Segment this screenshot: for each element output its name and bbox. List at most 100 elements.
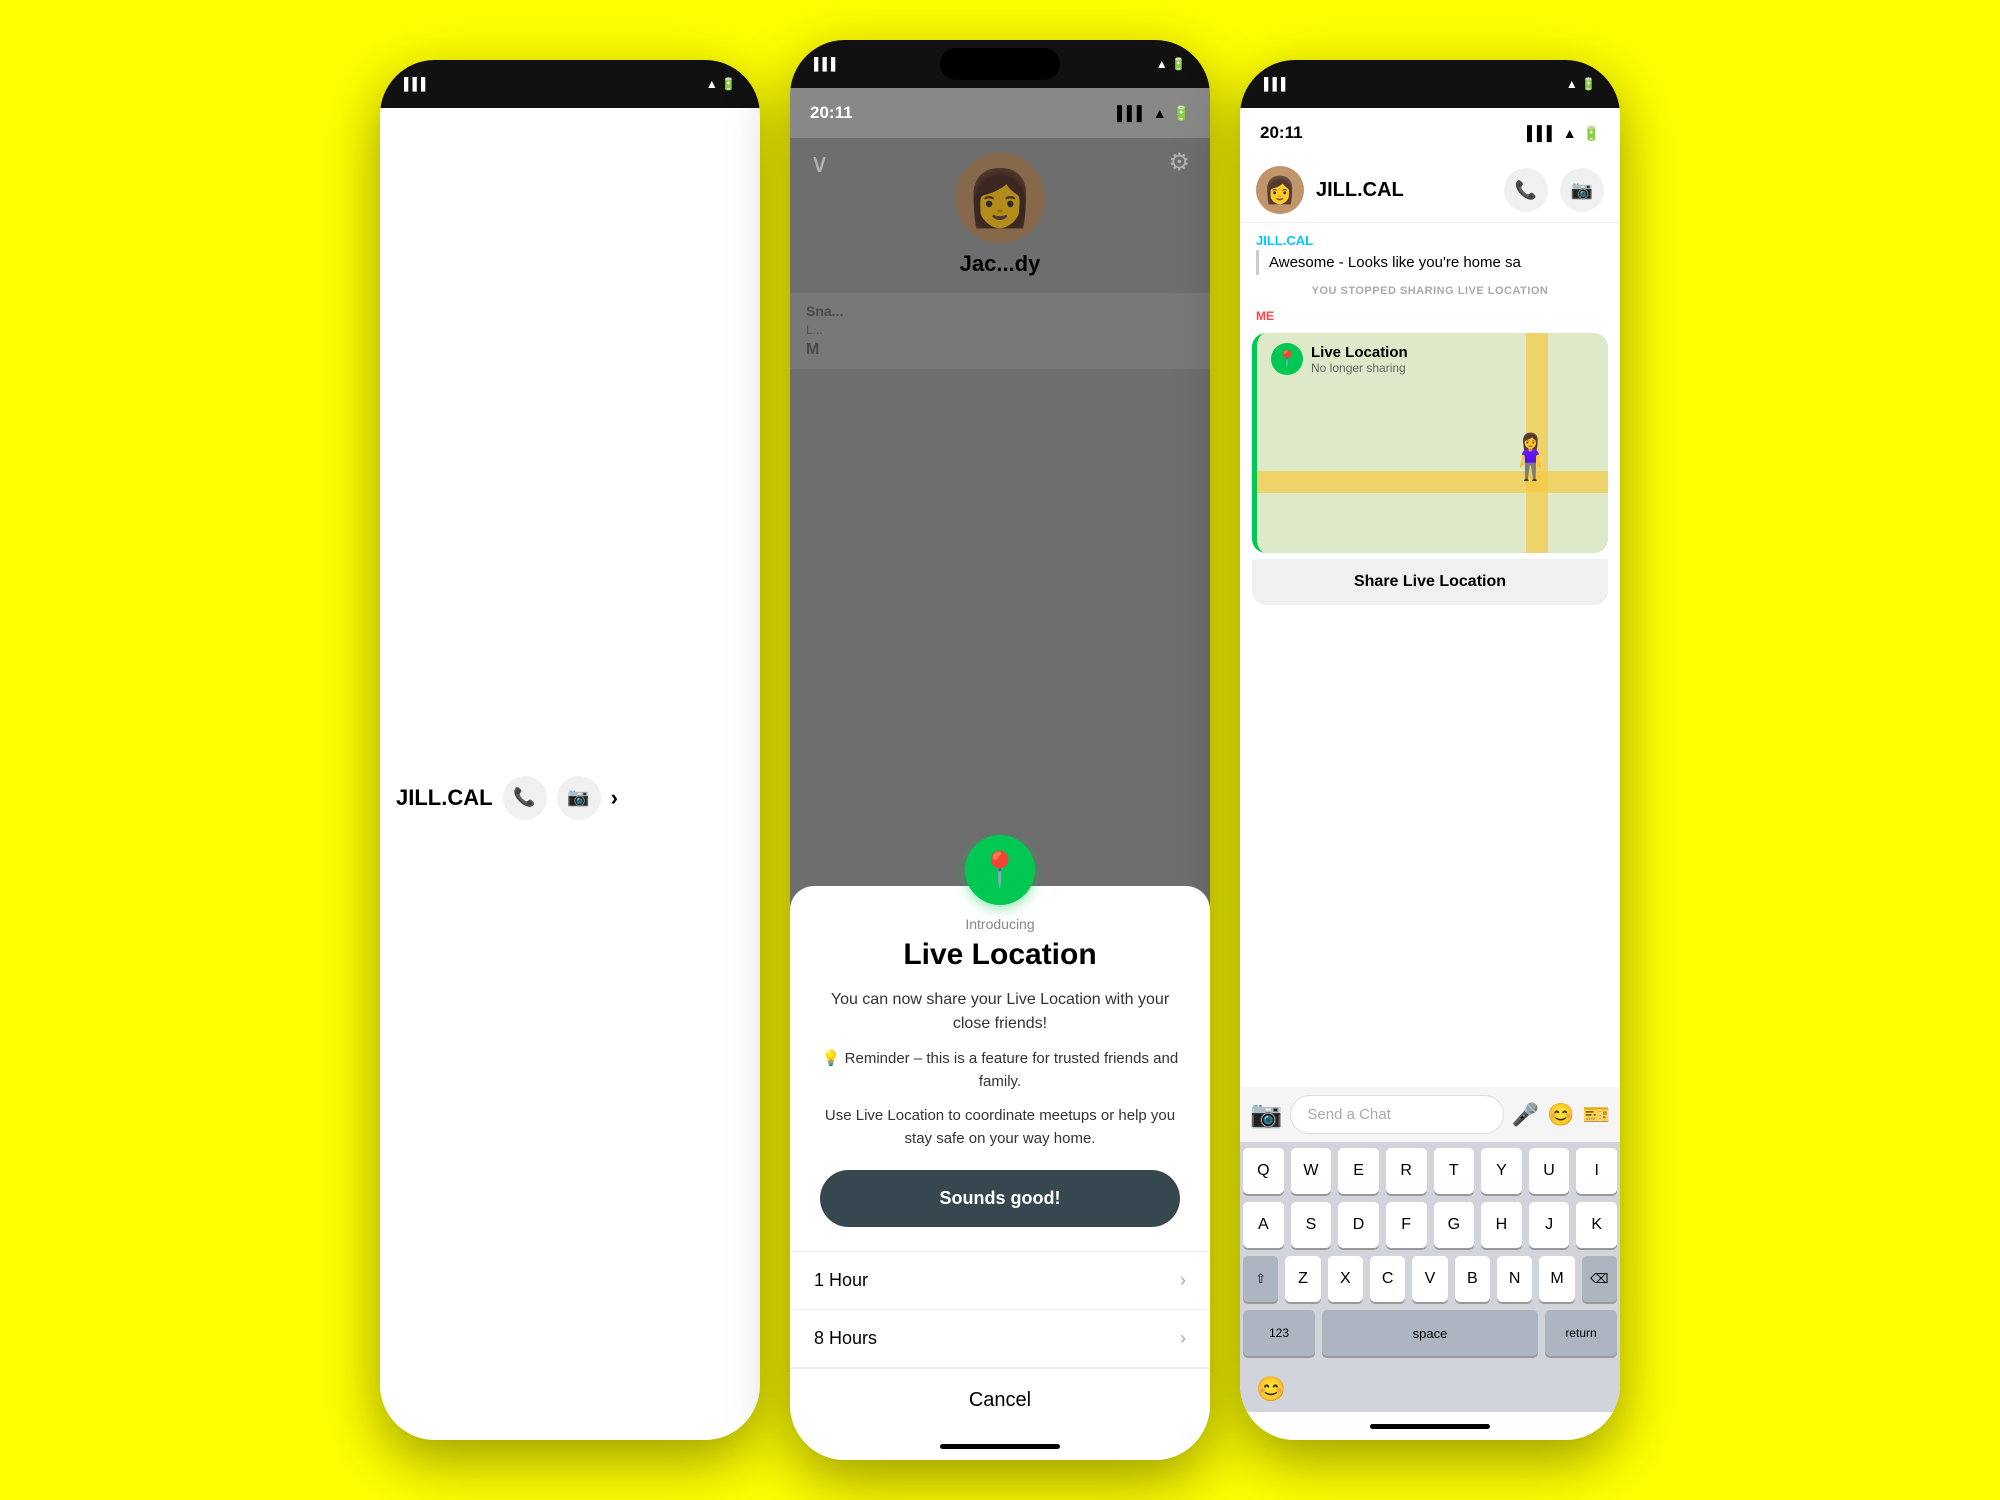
sounds-good-button[interactable]: Sounds good! xyxy=(820,1170,1180,1227)
modal-card: Introducing Live Location You can now sh… xyxy=(790,886,1210,1432)
live-card-text: Live Location No longer sharing xyxy=(1311,344,1408,375)
modal-title: Live Location xyxy=(820,938,1180,972)
right-chat-input-area: 📷 Send a Chat 🎤 😊 🎫 xyxy=(1240,1087,1620,1142)
rkey-j[interactable]: J xyxy=(1529,1202,1570,1248)
emoji-bar-icon[interactable]: 😊 xyxy=(1256,1375,1286,1404)
center-notch: ▌▌▌ ▲ 🔋 xyxy=(790,40,1210,88)
rkey-u[interactable]: U xyxy=(1529,1148,1570,1194)
option-8hours-arrow: › xyxy=(1180,1328,1186,1349)
option-1hour-label: 1 Hour xyxy=(814,1270,868,1291)
right-chat-icons: 🎤 😊 🎫 xyxy=(1512,1102,1610,1128)
rkey-y[interactable]: Y xyxy=(1481,1148,1522,1194)
stopped-sharing-msg: YOU STOPPED SHARING LIVE LOCATION xyxy=(1240,281,1620,305)
right-sticker-icon[interactable]: 🎫 xyxy=(1583,1102,1610,1128)
center-time: 20:11 xyxy=(810,103,853,123)
right-avatar: 👩 xyxy=(1256,166,1304,214)
modal-overlay: 📍 Introducing Live Location You can now … xyxy=(790,138,1210,1432)
rkey-n[interactable]: N xyxy=(1497,1256,1532,1302)
dynamic-island xyxy=(940,48,1060,80)
right-wifi-icon: ▲ xyxy=(1563,125,1577,141)
left-wifi-battery: ▲ 🔋 xyxy=(706,77,736,91)
center-chat-bg: ∨ ⚙ 👩 Jac...dy Sna... L... M 1 📍 xyxy=(790,138,1210,1432)
modal-options: 1 Hour › 8 Hours › xyxy=(790,1251,1210,1367)
center-home-bar xyxy=(940,1444,1060,1449)
live-card-subtitle: No longer sharing xyxy=(1311,361,1408,375)
modal-option-8hours[interactable]: 8 Hours › xyxy=(790,1309,1210,1367)
right-keyboard-row-3: ⇧ Z X C V B N M ⌫ xyxy=(1243,1256,1617,1302)
modal-top-section: Introducing Live Location You can now sh… xyxy=(790,886,1210,1251)
left-header: JILL.CAL 📞 📷 › xyxy=(380,108,760,1440)
center-wifi-icon: ▲ xyxy=(1153,105,1167,121)
center-signal-icon: ▌▌▌ xyxy=(1117,105,1147,121)
rkey-k[interactable]: K xyxy=(1576,1202,1617,1248)
rkey-z[interactable]: Z xyxy=(1285,1256,1320,1302)
camera-icon[interactable]: 📷 xyxy=(1250,1099,1282,1130)
center-home-indicator xyxy=(790,1432,1210,1460)
rkey-f[interactable]: F xyxy=(1386,1202,1427,1248)
share-live-button[interactable]: Share Live Location xyxy=(1252,559,1608,605)
right-keyboard-row-2: A S D F G H J K xyxy=(1243,1202,1617,1248)
right-keyboard-row-1: Q W E R T Y U I xyxy=(1243,1148,1617,1194)
rkey-space[interactable]: space xyxy=(1322,1310,1538,1356)
rkey-b[interactable]: B xyxy=(1455,1256,1490,1302)
more-arrow[interactable]: › xyxy=(611,785,618,811)
rkey-r[interactable]: R xyxy=(1386,1148,1427,1194)
rkey-a[interactable]: A xyxy=(1243,1202,1284,1248)
center-status-bar: 20:11 ▌▌▌ ▲ 🔋 xyxy=(790,88,1210,138)
center-battery: ▲ 🔋 xyxy=(1156,57,1186,71)
right-video-button[interactable]: 📷 xyxy=(1560,168,1604,212)
left-notch: ▌▌▌ ▲ 🔋 xyxy=(380,60,760,108)
rkey-v[interactable]: V xyxy=(1412,1256,1447,1302)
right-header: 👩 JILL.CAL 📞 📷 xyxy=(1240,158,1620,223)
left-phone: ▌▌▌ ▲ 🔋 JILL.CAL 📞 📷 › ARE SHARING YOUR … xyxy=(380,60,760,1440)
left-title: JILL.CAL xyxy=(396,785,493,811)
call-button[interactable]: 📞 xyxy=(503,776,547,820)
rkey-return[interactable]: return xyxy=(1545,1310,1617,1356)
modal-desc: You can now share your Live Location wit… xyxy=(820,988,1180,1036)
right-emoji-bar: 😊 xyxy=(1240,1367,1620,1412)
right-video-icon: 📷 xyxy=(1571,180,1593,201)
rkey-e[interactable]: E xyxy=(1338,1148,1379,1194)
modal-reminder: 💡 Reminder – this is a feature for trust… xyxy=(820,1048,1180,1093)
right-signal-icon: ▌▌▌ xyxy=(1527,125,1557,141)
center-phone: ▌▌▌ ▲ 🔋 20:11 ▌▌▌ ▲ 🔋 ∨ ⚙ 👩 Jac...dy Sna… xyxy=(790,40,1210,1460)
rkey-123[interactable]: 123 xyxy=(1243,1310,1315,1356)
call-icon: 📞 xyxy=(513,787,535,808)
right-signal: ▌▌▌ xyxy=(1264,77,1290,91)
rkey-i[interactable]: I xyxy=(1576,1148,1617,1194)
right-title: JILL.CAL xyxy=(1316,179,1492,202)
right-mic-icon[interactable]: 🎤 xyxy=(1512,1102,1539,1128)
right-home-bar xyxy=(1370,1424,1490,1429)
video-button[interactable]: 📷 xyxy=(557,776,601,820)
modal-option-1hour[interactable]: 1 Hour › xyxy=(790,1251,1210,1309)
video-icon: 📷 xyxy=(567,787,589,808)
rkey-x[interactable]: X xyxy=(1328,1256,1363,1302)
right-live-card-header: 📍 Live Location No longer sharing xyxy=(1271,343,1408,375)
right-chat-input[interactable]: Send a Chat xyxy=(1290,1095,1503,1134)
rkey-delete[interactable]: ⌫ xyxy=(1582,1256,1617,1302)
rkey-c[interactable]: C xyxy=(1370,1256,1405,1302)
right-keyboard-row-4: 123 space return xyxy=(1243,1310,1617,1356)
right-phone: ▌▌▌ ▲ 🔋 20:11 ▌▌▌ ▲ 🔋 👩 JILL.CAL 📞 📷 JIL… xyxy=(1240,60,1620,1440)
rkey-h[interactable]: H xyxy=(1481,1202,1522,1248)
option-1hour-arrow: › xyxy=(1180,1270,1186,1291)
rkey-s[interactable]: S xyxy=(1291,1202,1332,1248)
rkey-shift[interactable]: ⇧ xyxy=(1243,1256,1278,1302)
right-battery-icon: 🔋 xyxy=(1583,125,1600,142)
rkey-g[interactable]: G xyxy=(1434,1202,1475,1248)
left-signal: ▌▌▌ xyxy=(404,77,430,91)
rkey-w[interactable]: W xyxy=(1291,1148,1332,1194)
cancel-button[interactable]: Cancel xyxy=(790,1367,1210,1432)
right-call-button[interactable]: 📞 xyxy=(1504,168,1548,212)
right-avatar-emoji: 👩 xyxy=(1264,175,1296,206)
right-bitmoji: 🧍‍♀️ xyxy=(1503,431,1558,483)
rkey-t[interactable]: T xyxy=(1434,1148,1475,1194)
right-emoji-icon[interactable]: 😊 xyxy=(1547,1102,1574,1128)
right-notch: ▌▌▌ ▲ 🔋 xyxy=(1240,60,1620,108)
modal-pin-icon: 📍 xyxy=(965,835,1035,905)
modal-pin-container: 📍 xyxy=(790,870,1210,921)
rkey-d[interactable]: D xyxy=(1338,1202,1379,1248)
right-time: 20:11 xyxy=(1260,123,1303,143)
rkey-m[interactable]: M xyxy=(1539,1256,1574,1302)
rkey-q[interactable]: Q xyxy=(1243,1148,1284,1194)
